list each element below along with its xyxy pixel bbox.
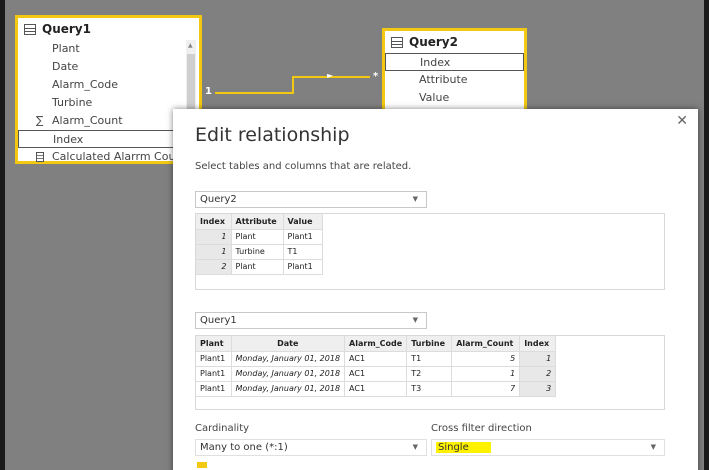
relationship-arrow-icon: ►: [327, 71, 334, 80]
table-icon: [391, 36, 403, 48]
table-row: Plant1 Monday, January 01, 2018 AC1 T1 5…: [196, 351, 557, 367]
relationship-one-label: 1: [205, 86, 212, 97]
query1-title: Query1: [42, 22, 91, 36]
edit-relationship-dialog: ✕ Edit relationship Select tables and co…: [173, 109, 698, 470]
table-icon: [24, 23, 36, 35]
query1-field-selected[interactable]: Index: [18, 130, 199, 148]
query2-title: Query2: [409, 35, 458, 49]
column-header[interactable]: Index: [196, 214, 232, 230]
relationship-many-label: *: [373, 71, 379, 82]
dialog-title: Edit relationship: [195, 124, 350, 146]
query2-table-card[interactable]: Query2 Index Attribute Value: [382, 28, 527, 112]
table-row: 1 Plant Plant1: [196, 229, 323, 245]
chevron-down-icon: ▼: [412, 443, 418, 451]
cardinality-select[interactable]: Many to one (*:1) ▼: [195, 439, 427, 456]
table-select-bottom[interactable]: Query1 ▼: [195, 312, 427, 329]
column-header[interactable]: Alarm_Count: [451, 336, 521, 352]
sigma-icon: ∑: [36, 114, 44, 127]
preview-grid-bottom: Plant Date Alarm_Code Turbine Alarm_Coun…: [196, 336, 557, 397]
column-header[interactable]: Attribute: [231, 214, 284, 230]
table-row: Plant1 Monday, January 01, 2018 AC1 T2 1…: [196, 366, 557, 382]
table-row: 2 Plant Plant1: [196, 259, 323, 275]
cross-filter-label: Cross filter direction: [431, 423, 532, 434]
table-select-top[interactable]: Query2 ▼: [195, 191, 427, 208]
column-header[interactable]: Index: [519, 336, 557, 352]
chevron-down-icon: ▼: [412, 316, 418, 324]
table-preview-top: Index Attribute Value 1 Plant Plant1 1 T…: [195, 213, 665, 290]
query1-field[interactable]: Turbine: [18, 94, 199, 112]
query2-header[interactable]: Query2: [385, 31, 524, 53]
column-header[interactable]: Turbine: [406, 336, 453, 352]
dialog-subtitle: Select tables and columns that are relat…: [195, 161, 412, 172]
table-header-row: Plant Date Alarm_Code Turbine Alarm_Coun…: [196, 336, 557, 352]
scroll-up-icon[interactable]: ▲: [188, 42, 193, 49]
model-canvas: Query1 Plant Date Alarm_Code Turbine ∑ Al…: [0, 0, 709, 470]
relationship-line[interactable]: [215, 92, 293, 94]
query1-field[interactable]: Date: [18, 58, 199, 76]
cross-filter-select[interactable]: Single ▼: [431, 439, 665, 456]
table-preview-bottom: Plant Date Alarm_Code Turbine Alarm_Coun…: [195, 335, 665, 410]
checkbox-partial[interactable]: [197, 462, 207, 468]
query1-field[interactable]: Calculated Alarrm Count: [18, 148, 199, 166]
close-icon[interactable]: ✕: [676, 113, 688, 129]
table-header-row: Index Attribute Value: [196, 214, 323, 230]
cross-filter-value: Single: [436, 442, 491, 453]
table-row: Plant1 Monday, January 01, 2018 AC1 T3 7…: [196, 381, 557, 397]
query1-field[interactable]: Plant: [18, 40, 199, 58]
chevron-down-icon: ▼: [412, 195, 418, 203]
query1-field[interactable]: ∑ Alarm_Count: [18, 112, 199, 130]
column-header[interactable]: Date: [231, 336, 346, 352]
preview-grid-top: Index Attribute Value 1 Plant Plant1 1 T…: [196, 214, 323, 275]
calculator-icon: [36, 152, 44, 162]
query2-field-selected[interactable]: Index: [385, 53, 524, 71]
query2-field[interactable]: Attribute: [385, 71, 524, 89]
query1-field[interactable]: Alarm_Code: [18, 76, 199, 94]
chevron-down-icon: ▼: [650, 443, 656, 451]
query2-field[interactable]: Value: [385, 89, 524, 107]
query1-header[interactable]: Query1: [18, 18, 199, 40]
left-edge: [0, 0, 5, 470]
right-edge: [704, 0, 709, 470]
cardinality-label: Cardinality: [195, 423, 250, 434]
column-header[interactable]: Alarm_Code: [344, 336, 408, 352]
relationship-line[interactable]: [292, 76, 294, 94]
table-row: 1 Turbine T1: [196, 244, 323, 260]
column-header[interactable]: Plant: [196, 336, 232, 352]
column-header[interactable]: Value: [283, 214, 323, 230]
